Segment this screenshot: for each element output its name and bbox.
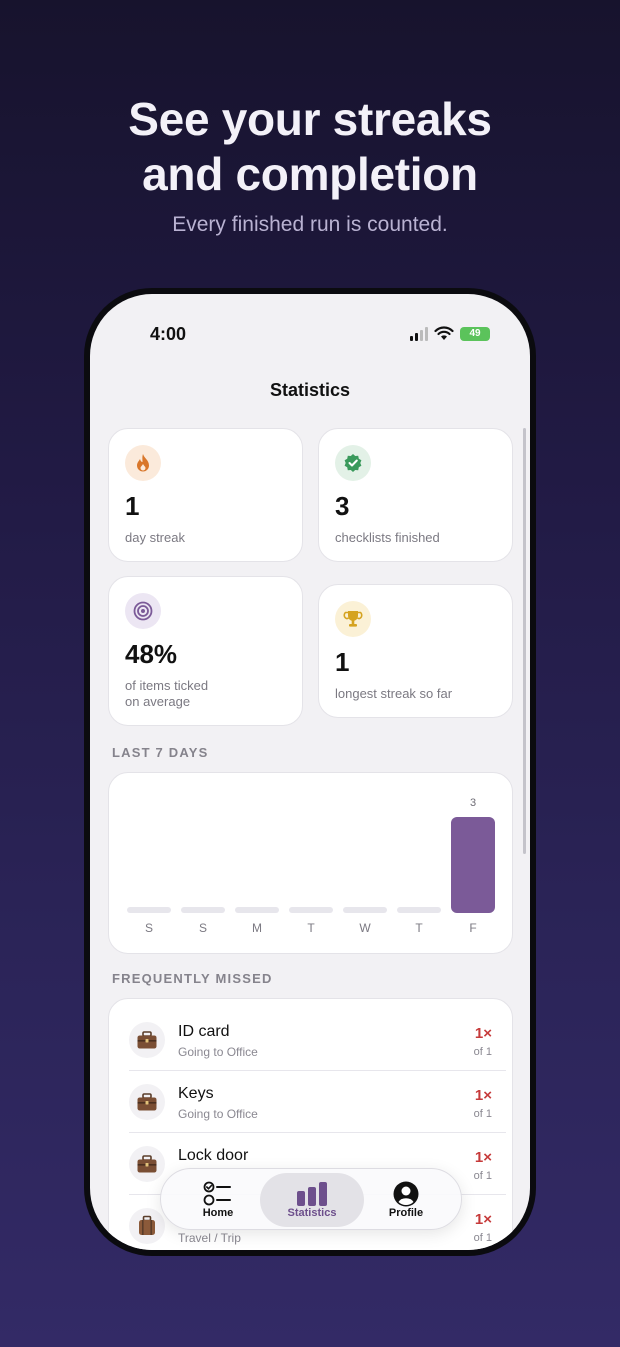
tab-bar: Home Statistics Profile <box>160 1168 462 1230</box>
section-label-frequently-missed: FREQUENTLY MISSED <box>112 971 273 986</box>
stat-card-items-ticked: 48% of items ticked on average <box>108 576 303 726</box>
missed-of-total: of 1 <box>473 1170 492 1182</box>
day-label: S <box>198 921 207 935</box>
stat-value: 48% <box>125 639 178 669</box>
screen-title: Statistics <box>269 380 351 400</box>
missed-count: 1× <box>474 1211 492 1228</box>
phone-frame: 4:00 49 Statistics 1 day streak 3 checkl… <box>84 288 536 1256</box>
bar-empty-track <box>127 907 171 913</box>
bar-6 <box>451 817 495 913</box>
bar-1 <box>181 817 225 913</box>
cellular-signal-icon <box>410 326 428 341</box>
tab-statistics[interactable]: Statistics <box>260 1173 364 1227</box>
tab-label: Profile <box>388 1207 424 1219</box>
item-list-name: Going to Office <box>178 1107 258 1121</box>
bar-empty-track <box>289 907 333 913</box>
suitcase-icon <box>129 1208 165 1244</box>
missed-count: 1× <box>474 1025 492 1042</box>
battery-icon: 49 <box>460 326 490 341</box>
bar-empty-track <box>181 907 225 913</box>
stat-value: 1 <box>125 491 140 521</box>
stat-label-line1: of items ticked <box>125 678 209 693</box>
status-icons: 49 <box>410 326 490 341</box>
bar-0 <box>127 817 171 913</box>
day-label: W <box>359 921 371 935</box>
check-badge-icon <box>335 445 371 481</box>
stat-label: day streak <box>125 530 185 545</box>
section-label-last-7-days: LAST 7 DAYS <box>112 745 209 760</box>
item-name: ID card <box>178 1023 230 1040</box>
stat-card-day-streak: 1 day streak <box>108 428 303 562</box>
chart-plot-area: S S M T W T 3 F <box>109 773 512 953</box>
promo-headline-line1: See your streaks <box>128 93 492 145</box>
day-label: T <box>415 921 423 935</box>
trophy-icon <box>335 601 371 637</box>
target-icon <box>125 593 161 629</box>
briefcase-icon <box>129 1084 165 1120</box>
bar-value-label: 3 <box>469 797 477 809</box>
promo-headline: See your streaks and completion <box>0 92 620 202</box>
briefcase-icon <box>129 1022 165 1058</box>
list-item[interactable]: Keys Going to Office 1× of 1 <box>109 1071 512 1133</box>
bar-3 <box>289 817 333 913</box>
bar-empty-track <box>343 907 387 913</box>
item-list-name: Going to Office <box>178 1045 258 1059</box>
item-name: Keys <box>178 1085 214 1102</box>
day-label: S <box>144 921 153 935</box>
bar-empty-track <box>235 907 279 913</box>
bar-5 <box>397 817 441 913</box>
stat-card-longest-streak: 1 longest streak so far <box>318 584 513 718</box>
stat-value: 3 <box>335 491 350 521</box>
stat-card-checklists-finished: 3 checklists finished <box>318 428 513 562</box>
bar-fill <box>451 817 495 913</box>
stat-label: longest streak so far <box>335 686 453 701</box>
tab-profile[interactable]: Profile <box>359 1173 453 1227</box>
bar-empty-track <box>397 907 441 913</box>
tab-home[interactable]: Home <box>171 1173 265 1227</box>
briefcase-icon <box>129 1146 165 1182</box>
missed-count: 1× <box>474 1149 492 1166</box>
last-7-days-chart: S S M T W T 3 F <box>108 772 513 954</box>
day-label: T <box>307 921 315 935</box>
bar-4 <box>343 817 387 913</box>
stat-label-line2: on average <box>125 694 191 709</box>
phone-screen: 4:00 49 Statistics 1 day streak 3 checkl… <box>90 294 530 1250</box>
item-list-name: Travel / Trip <box>178 1231 241 1245</box>
day-label: F <box>469 921 477 935</box>
bar-2 <box>235 817 279 913</box>
item-name: Lock door <box>178 1147 249 1164</box>
stat-value: 1 <box>335 647 350 677</box>
scrollbar[interactable] <box>523 428 526 854</box>
day-label: M <box>252 921 262 935</box>
flame-icon <box>125 445 161 481</box>
missed-of-total: of 1 <box>473 1108 492 1120</box>
status-time: 4:00 <box>150 324 187 344</box>
tab-label: Statistics <box>287 1207 337 1219</box>
promo-headline-line2: and completion <box>142 148 478 200</box>
missed-count: 1× <box>474 1087 492 1104</box>
list-item[interactable]: ID card Going to Office 1× of 1 <box>109 1009 512 1071</box>
missed-of-total: of 1 <box>473 1232 492 1244</box>
wifi-icon <box>434 326 454 340</box>
missed-of-total: of 1 <box>473 1046 492 1058</box>
tab-label: Home <box>202 1207 234 1219</box>
promo-subheadline: Every finished run is counted. <box>172 213 448 236</box>
stat-label: checklists finished <box>335 530 440 545</box>
